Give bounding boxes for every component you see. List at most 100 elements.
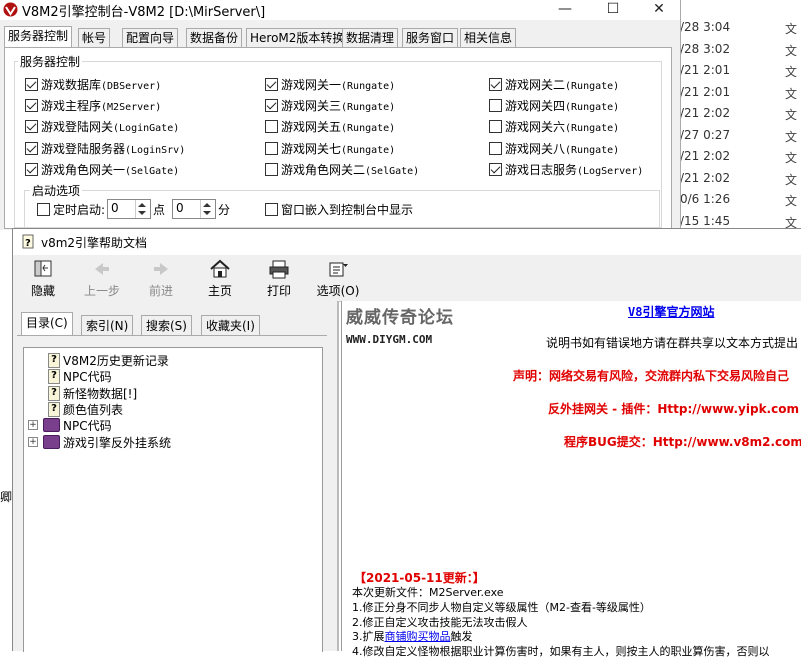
checkbox-box[interactable] [489, 162, 502, 176]
console-title-bar[interactable]: V8M2引擎控制台-V8M2 [D:\MirServer\] — ☐ ✕ [0, 0, 680, 20]
tab-3[interactable]: 数据备份 [186, 28, 243, 48]
minimize-button[interactable]: — [542, 0, 588, 18]
server-checkbox[interactable]: 游戏角色网关一(SelGate) [25, 161, 225, 179]
startup-options-title: 启动选项 [30, 182, 83, 199]
spin-down-icon[interactable] [138, 211, 146, 215]
anticheat-link[interactable]: 反外挂网关 - 插件：Http://www.yipk.com [548, 400, 799, 417]
spinner-arrows[interactable] [200, 200, 215, 218]
toolbar-button-forward-arrow[interactable]: 前进 [136, 257, 186, 301]
hide-icon [32, 259, 54, 279]
server-checkbox[interactable]: 游戏登陆网关(LoginGate) [25, 118, 225, 136]
explorer-row-type: 文 [785, 172, 798, 187]
tab-6[interactable]: 服务窗口 [402, 28, 459, 48]
tree-node-label: NPC代码 [63, 370, 112, 385]
checkbox-box[interactable] [265, 203, 278, 216]
tree-node[interactable]: ? V8M2历史更新记录 [24, 352, 314, 368]
toolbar-button-hide[interactable]: 隐藏 [18, 257, 68, 301]
close-button[interactable]: ✕ [636, 0, 682, 18]
toolbar-button-printer[interactable]: 打印 [254, 257, 304, 301]
tab-1[interactable]: 帐号 [78, 28, 111, 48]
maximize-button[interactable]: ☐ [590, 0, 636, 18]
server-checkbox-label: 游戏登陆服务器(LoginSrv) [41, 140, 185, 157]
expand-plus-icon[interactable]: + [28, 420, 38, 431]
server-checkbox-label: 游戏网关二(Rungate) [505, 76, 619, 93]
checkbox-box[interactable] [25, 78, 38, 91]
checkbox-box[interactable] [25, 120, 38, 134]
tab-7[interactable]: 相关信息 [460, 28, 517, 48]
server-checkbox[interactable]: 游戏日志服务(LogServer) [489, 161, 689, 179]
shop-purchase-link[interactable]: 商铺购买物品 [385, 630, 451, 643]
tab-0[interactable]: 服务器控制 [4, 26, 73, 49]
checkbox-box[interactable] [489, 78, 502, 91]
checkbox-box[interactable] [37, 203, 50, 216]
server-checkbox[interactable]: 游戏网关一(Rungate) [265, 76, 465, 94]
server-process-name: (Rungate) [341, 102, 396, 114]
tree-node[interactable]: + NPC代码 [24, 417, 314, 433]
checkbox-box[interactable] [265, 120, 278, 134]
spin-up-icon[interactable] [138, 203, 146, 207]
server-checkbox-label: 游戏网关八(Rungate) [505, 140, 619, 157]
spinner-arrows[interactable] [135, 200, 150, 218]
hour-value[interactable]: 0 [111, 201, 119, 215]
toolbar-button-back-arrow[interactable]: 上一步 [77, 257, 127, 301]
tree-node[interactable]: ? 新怪物数据[!] [24, 385, 314, 401]
explorer-row: /21 2:02 文 [680, 171, 801, 193]
checkbox-box[interactable] [265, 141, 278, 155]
tab-5[interactable]: 数据清理 [342, 28, 399, 48]
tab-2[interactable]: 配置向导 [122, 28, 179, 48]
server-checkbox[interactable]: 游戏网关二(Rungate) [489, 76, 689, 94]
checkbox-box[interactable] [489, 99, 502, 113]
checkbox-box[interactable] [25, 99, 38, 113]
server-checkbox[interactable]: 游戏网关八(Rungate) [489, 140, 689, 158]
app-logo-icon [3, 2, 18, 17]
explorer-row: /21 2:01 文 [680, 85, 801, 107]
checkbox-box[interactable] [265, 99, 278, 113]
checkbox-box[interactable] [265, 78, 278, 91]
nav-tab-1[interactable]: 索引(N) [81, 315, 134, 336]
minute-value[interactable]: 0 [176, 201, 184, 215]
help-page-icon: ? [48, 353, 60, 368]
hour-spinner[interactable]: 0 [107, 199, 151, 219]
tree-node[interactable]: + 游戏引擎反外挂系统 [24, 434, 314, 450]
official-site-link[interactable]: V8引擎官方网站 [628, 303, 714, 320]
checkbox-box[interactable] [265, 162, 278, 176]
minute-spinner[interactable]: 0 [172, 199, 216, 219]
spin-up-icon[interactable] [203, 203, 211, 207]
timed-start-checkbox[interactable]: 定时启动: [37, 201, 117, 219]
checkbox-box[interactable] [25, 141, 38, 155]
server-checkbox[interactable]: 游戏网关五(Rungate) [265, 118, 465, 136]
server-process-name: (DBServer) [101, 81, 162, 92]
checkbox-box[interactable] [25, 162, 38, 176]
server-process-name: (Rungate) [341, 123, 396, 135]
embed-window-checkbox[interactable]: 窗口嵌入到控制台中显示 [265, 201, 445, 219]
nav-tab-2[interactable]: 搜索(S) [141, 315, 192, 336]
toolbar-button-home[interactable]: 主页 [195, 257, 245, 301]
notice-text: 说明书如有错误地方请在群共享以文本方式提出 [546, 336, 799, 350]
spin-down-icon[interactable] [203, 211, 211, 215]
server-checkbox[interactable]: 游戏角色网关二(SelGate) [265, 161, 465, 179]
server-process-name: (Rungate) [565, 123, 620, 135]
checkbox-box[interactable] [489, 120, 502, 134]
server-checkbox[interactable]: 游戏主程序(M2Server) [25, 97, 225, 115]
server-checkbox-label: 游戏日志服务(LogServer) [505, 161, 643, 178]
explorer-row-type: 文 [785, 22, 798, 36]
server-checkbox[interactable]: 游戏网关六(Rungate) [489, 118, 689, 136]
tree-node[interactable]: ? 颜色值列表 [24, 401, 314, 417]
server-checkbox[interactable]: 游戏网关四(Rungate) [489, 97, 689, 115]
nav-tab-3[interactable]: 收藏夹(I) [201, 315, 260, 336]
expand-plus-icon[interactable]: + [28, 436, 38, 447]
tree-node[interactable]: ? NPC代码 [24, 368, 314, 385]
server-checkbox[interactable]: 游戏网关七(Rungate) [265, 140, 465, 158]
server-checkbox[interactable]: 游戏网关三(Rungate) [265, 97, 465, 115]
nav-tab-0[interactable]: 目录(C) [21, 312, 73, 336]
checkbox-box[interactable] [489, 141, 502, 155]
help-title-bar[interactable]: ? v8m2引擎帮助文档 [13, 229, 801, 255]
server-checkbox[interactable]: 游戏登陆服务器(LoginSrv) [25, 140, 225, 158]
tab-4[interactable]: HeroM2版本转换 [246, 28, 349, 48]
bug-report-link[interactable]: 程序BUG提交：Http://www.v8m2.com [564, 433, 801, 450]
server-checkbox-label: 游戏数据库(DBServer) [41, 76, 161, 93]
server-checkbox[interactable]: 游戏数据库(DBServer) [25, 76, 225, 94]
toolbar-button-label: 隐藏 [30, 284, 55, 298]
toolbar-button-options[interactable]: 选项(O) [313, 257, 363, 301]
server-name: 游戏网关七 [281, 141, 342, 156]
